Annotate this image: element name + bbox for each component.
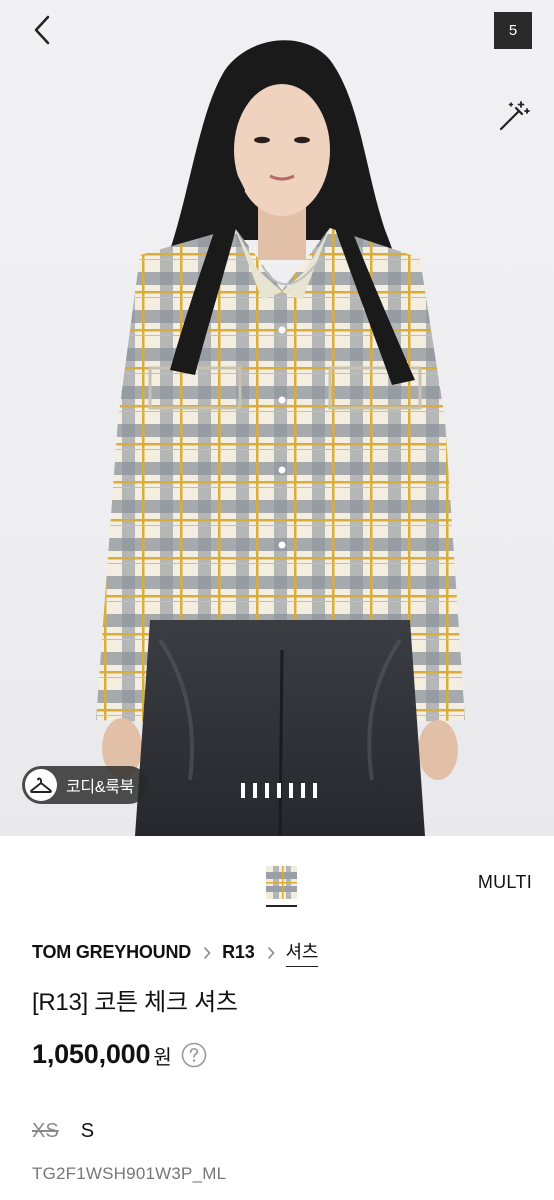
pager-segment[interactable] — [241, 783, 245, 798]
product-image-gallery[interactable]: 5 코디&룩북 — [0, 0, 554, 836]
price-row: 1,050,000 원 — [32, 1039, 207, 1070]
image-pager — [241, 783, 317, 798]
size-option-xs[interactable]: XS — [32, 1120, 59, 1143]
product-sku: TG2F1WSH901W3P_ML — [32, 1164, 227, 1183]
chevron-left-icon — [34, 15, 50, 45]
product-photo — [96, 40, 465, 836]
breadcrumb: TOM GREYHOUND R13 셔츠 — [32, 938, 318, 967]
magic-wand-icon — [499, 101, 530, 131]
price-currency: 원 — [153, 1047, 172, 1069]
pager-segment[interactable] — [301, 783, 305, 798]
pager-segment[interactable] — [277, 783, 281, 798]
breadcrumb-brand[interactable]: TOM GREYHOUND — [32, 942, 191, 963]
magic-wand-button[interactable] — [494, 96, 534, 136]
breadcrumb-category[interactable]: 셔츠 — [285, 938, 318, 967]
product-price: 1,050,000 — [32, 1039, 151, 1069]
chevron-right-icon — [203, 946, 211, 960]
swatch-selected-underline — [266, 905, 297, 907]
product-title: [R13] 코튼 체크 셔츠 — [32, 989, 238, 1016]
swatch-thumbnail — [266, 866, 297, 899]
color-name: MULTI — [477, 872, 532, 892]
cody-lookbook-label: 코디&룩북 — [66, 779, 135, 796]
hanger-icon — [25, 769, 57, 801]
breadcrumb-sub-brand[interactable]: R13 — [222, 942, 255, 963]
cody-lookbook-button[interactable]: 코디&룩북 — [22, 766, 149, 804]
image-count-badge: 5 — [494, 12, 532, 49]
chevron-right-icon — [267, 946, 275, 960]
pager-segment[interactable] — [313, 783, 317, 798]
help-icon[interactable] — [181, 1042, 207, 1068]
pager-segment[interactable] — [253, 783, 257, 798]
size-option-s[interactable]: S — [81, 1120, 94, 1143]
color-swatch-selected[interactable] — [266, 866, 297, 907]
size-options: XS S — [32, 1120, 94, 1143]
back-button[interactable] — [22, 10, 62, 50]
pager-segment[interactable] — [289, 783, 293, 798]
pager-segment[interactable] — [265, 783, 269, 798]
